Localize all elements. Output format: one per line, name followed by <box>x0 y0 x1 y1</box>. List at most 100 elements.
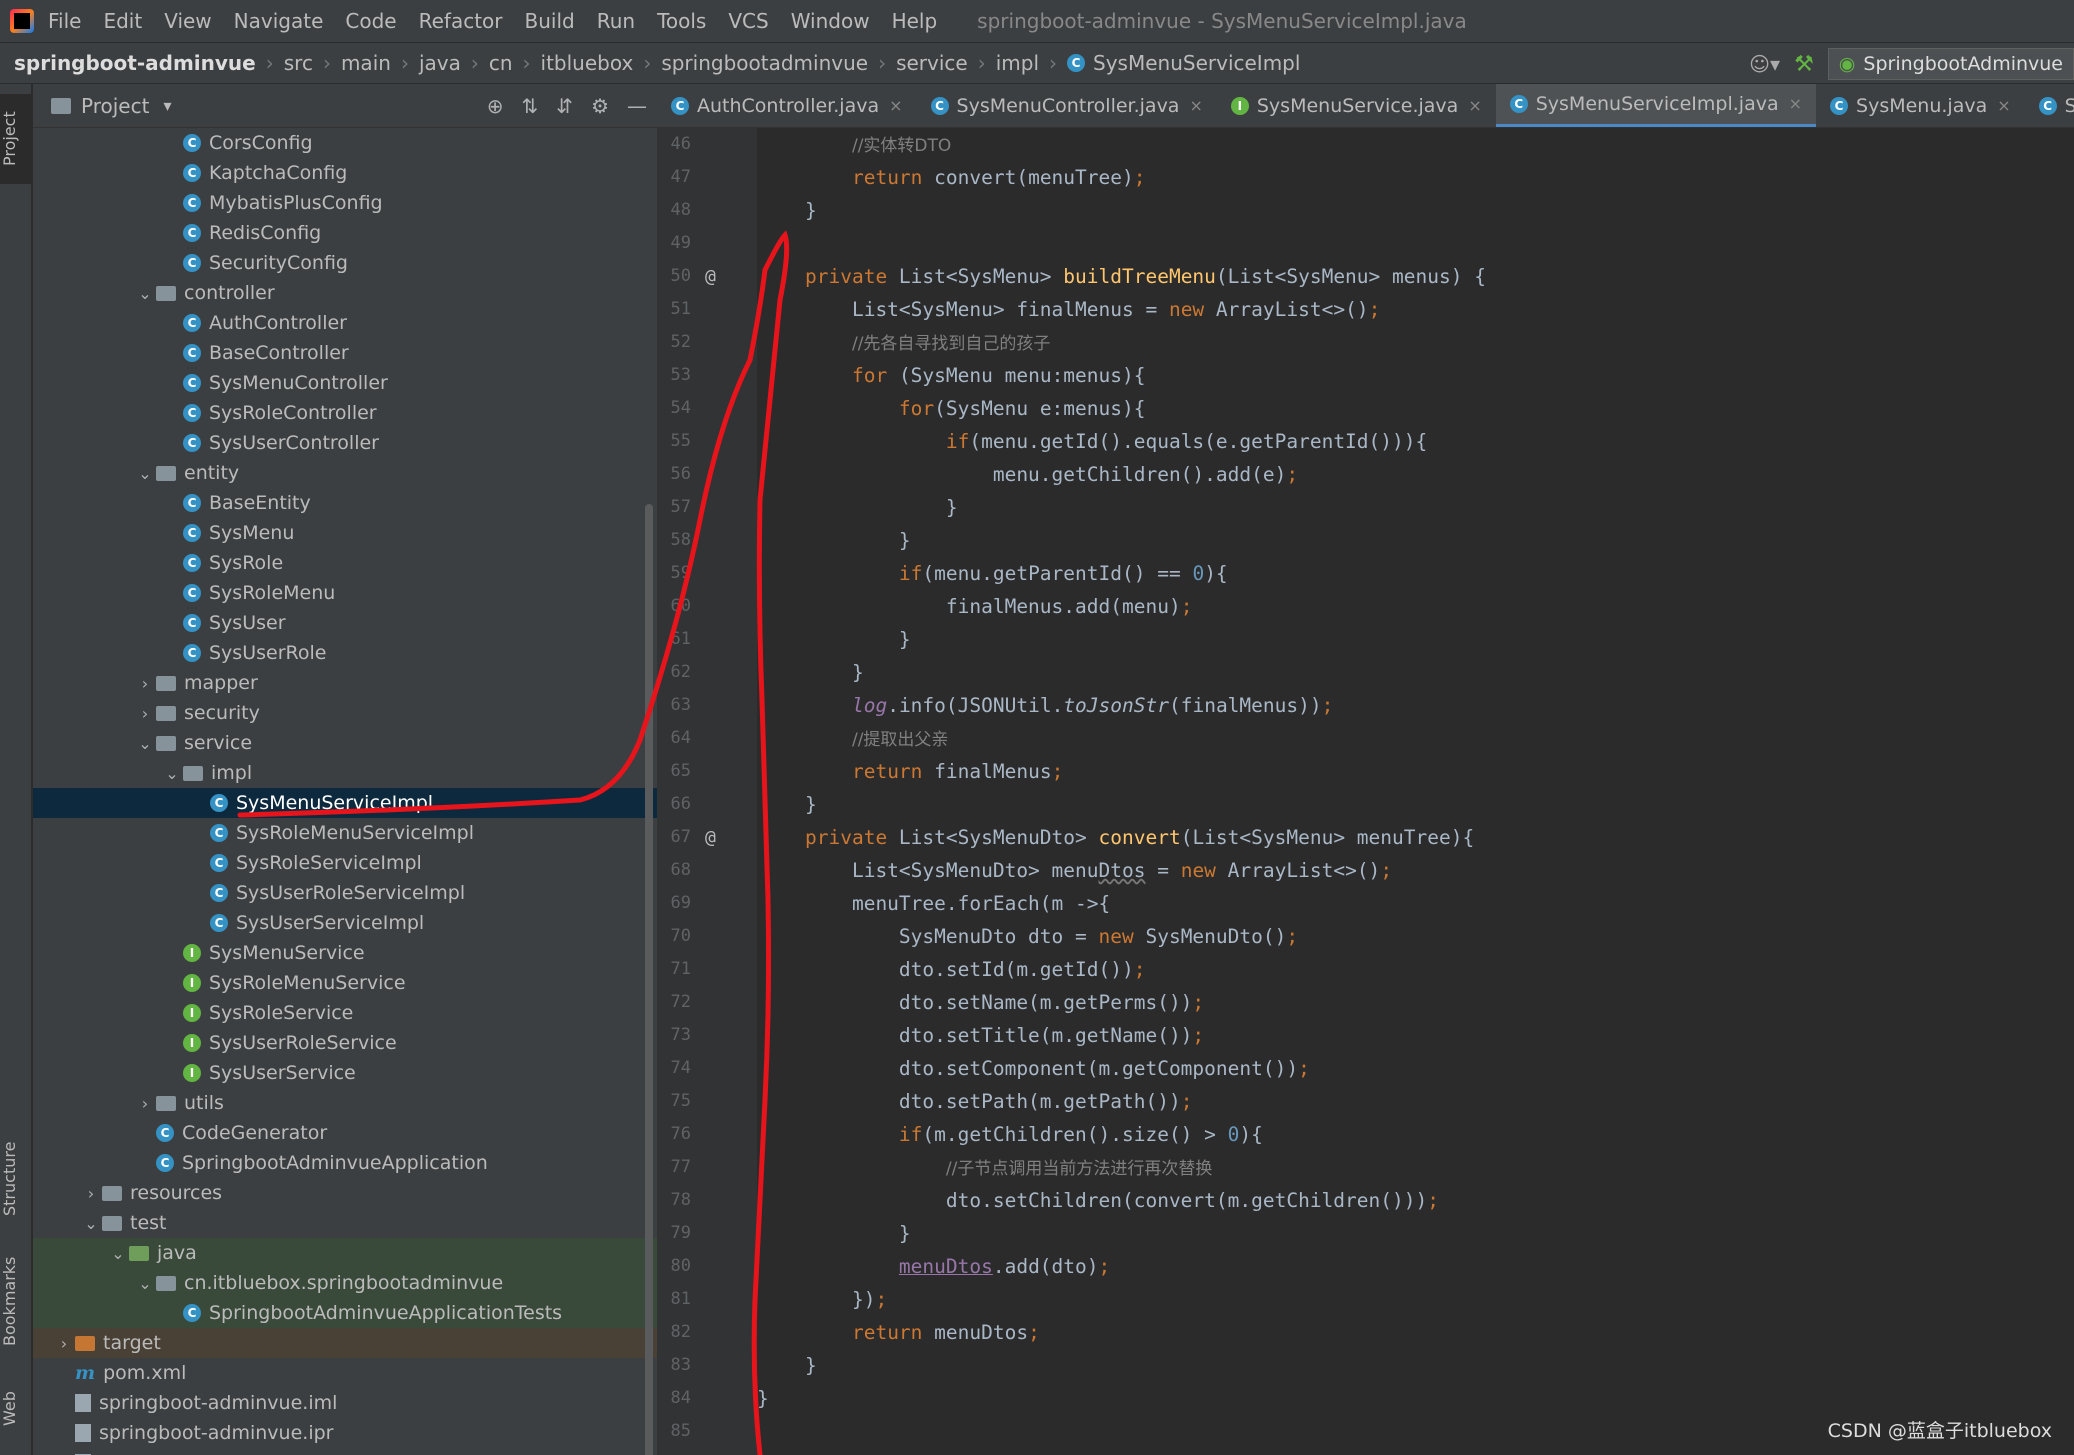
tree-item[interactable]: C SysMenu <box>33 518 657 548</box>
tree-item[interactable]: C SysMenuServiceImpl <box>33 788 657 818</box>
close-icon[interactable]: × <box>1468 96 1481 115</box>
chevron-down-icon[interactable]: ⌄ <box>134 284 156 303</box>
tree-item[interactable]: springboot-adminvue.iws <box>33 1448 657 1455</box>
tree-item[interactable]: I SysUserService <box>33 1058 657 1088</box>
override-marker-icon[interactable]: @ <box>705 821 716 854</box>
tree-item[interactable]: C MybatisPlusConfig <box>33 188 657 218</box>
menu-item-refactor[interactable]: Refactor <box>419 9 503 33</box>
chevron-down-icon[interactable]: ⌄ <box>134 464 156 483</box>
breadcrumb-item[interactable]: impl <box>996 51 1039 75</box>
gear-icon[interactable]: ⚙ <box>591 94 609 118</box>
editor-tab[interactable]: C SysMenu.java × <box>1816 84 2025 127</box>
tree-item[interactable]: › security <box>33 698 657 728</box>
tree-item[interactable]: › resources <box>33 1178 657 1208</box>
tree-item[interactable]: C CodeGenerator <box>33 1118 657 1148</box>
close-icon[interactable]: × <box>889 96 902 115</box>
breadcrumb-item[interactable]: springboot-adminvue <box>14 51 256 75</box>
tree-item[interactable]: C SysMenuController <box>33 368 657 398</box>
menu-item-build[interactable]: Build <box>525 9 575 33</box>
editor-tab[interactable]: C AuthController.java × <box>657 84 917 127</box>
tree-item[interactable]: › utils <box>33 1088 657 1118</box>
project-header-label[interactable]: Project <box>81 94 149 118</box>
override-marker-icon[interactable]: @ <box>705 260 716 293</box>
tree-item[interactable]: C SysUser <box>33 608 657 638</box>
tree-item[interactable]: C SysUserRoleServiceImpl <box>33 878 657 908</box>
tree-item[interactable]: ⌄ java <box>33 1238 657 1268</box>
tree-item[interactable]: C SysUserServiceImpl <box>33 908 657 938</box>
menu-item-edit[interactable]: Edit <box>103 9 142 33</box>
web-tool-tab[interactable]: Web <box>0 1379 32 1439</box>
tree-item[interactable]: ⌄ test <box>33 1208 657 1238</box>
bookmarks-tool-tab[interactable]: Bookmarks <box>0 1244 32 1359</box>
expand-all-icon[interactable]: ⇅ <box>522 94 539 118</box>
breadcrumb-item[interactable]: itbluebox <box>541 51 634 75</box>
menu-item-window[interactable]: Window <box>791 9 870 33</box>
tree-item[interactable]: C SecurityConfig <box>33 248 657 278</box>
editor-tab[interactable]: C SysMenuController.java × <box>917 84 1217 127</box>
tree-item[interactable]: ⌄ cn.itbluebox.springbootadminvue <box>33 1268 657 1298</box>
editor-tab[interactable]: C SysRoleServic <box>2025 84 2074 127</box>
tree-item[interactable]: C KaptchaConfig <box>33 158 657 188</box>
menu-item-code[interactable]: Code <box>345 9 396 33</box>
breadcrumb-item[interactable]: java <box>419 51 461 75</box>
tree-item[interactable]: C RedisConfig <box>33 218 657 248</box>
tree-item[interactable]: C AuthController <box>33 308 657 338</box>
tree-item[interactable]: ⌄ service <box>33 728 657 758</box>
tree-item[interactable]: I SysRoleService <box>33 998 657 1028</box>
chevron-down-icon[interactable]: ⌄ <box>80 1214 102 1233</box>
breadcrumb-item[interactable]: src <box>284 51 313 75</box>
tree-item[interactable]: C SysUserController <box>33 428 657 458</box>
collapse-all-icon[interactable]: ⇵ <box>556 94 573 118</box>
editor-tab[interactable]: I SysMenuService.java × <box>1217 84 1496 127</box>
chevron-down-icon[interactable]: ▾ <box>163 96 171 115</box>
tree-item[interactable]: C SysRoleController <box>33 398 657 428</box>
tree-item[interactable]: C SpringbootAdminvueApplication <box>33 1148 657 1178</box>
tree-item[interactable]: C SysRoleServiceImpl <box>33 848 657 878</box>
tree-item[interactable]: springboot-adminvue.ipr <box>33 1418 657 1448</box>
tree-item[interactable]: C BaseController <box>33 338 657 368</box>
tree-item[interactable]: I SysRoleMenuService <box>33 968 657 998</box>
chevron-down-icon[interactable]: ⌄ <box>134 1274 156 1293</box>
structure-tool-tab[interactable]: Structure <box>0 1124 32 1234</box>
chevron-down-icon[interactable]: ⌄ <box>161 764 183 783</box>
breadcrumb-item[interactable]: cn <box>489 51 513 75</box>
menu-item-run[interactable]: Run <box>597 9 635 33</box>
menu-item-navigate[interactable]: Navigate <box>234 9 324 33</box>
user-icon[interactable]: ☺▾ <box>1749 52 1780 76</box>
breadcrumb-item[interactable]: service <box>896 51 968 75</box>
chevron-right-icon[interactable]: › <box>80 1184 102 1203</box>
tree-item[interactable]: C SysRole <box>33 548 657 578</box>
tree-item[interactable]: C SysRoleMenuServiceImpl <box>33 818 657 848</box>
close-icon[interactable]: × <box>1789 94 1802 113</box>
tree-item[interactable]: C SpringbootAdminvueApplicationTests <box>33 1298 657 1328</box>
breadcrumb-item[interactable]: SysMenuServiceImpl <box>1093 51 1300 75</box>
hide-icon[interactable]: — <box>627 94 647 118</box>
code-editor[interactable]: 46 //实体转DTO 47 return convert(menuTree); 4… <box>657 128 2074 1455</box>
breadcrumb-item[interactable]: main <box>341 51 391 75</box>
build-hammer-icon[interactable]: ⚒ <box>1794 52 1814 77</box>
close-icon[interactable]: × <box>1997 96 2010 115</box>
tree-item[interactable]: m pom.xml <box>33 1358 657 1388</box>
project-scrollbar[interactable] <box>645 504 653 1455</box>
menu-item-tools[interactable]: Tools <box>657 9 706 33</box>
menu-item-vcs[interactable]: VCS <box>728 9 768 33</box>
tree-item[interactable]: ⌄ controller <box>33 278 657 308</box>
tree-item[interactable]: › mapper <box>33 668 657 698</box>
tree-item[interactable]: springboot-adminvue.iml <box>33 1388 657 1418</box>
chevron-down-icon[interactable]: ⌄ <box>134 734 156 753</box>
tree-item[interactable]: C SysUserRole <box>33 638 657 668</box>
chevron-right-icon[interactable]: › <box>134 1094 156 1113</box>
run-config-selector[interactable]: ◉ SpringbootAdminvue <box>1827 48 2074 80</box>
project-tool-tab[interactable]: Project <box>0 94 32 184</box>
chevron-down-icon[interactable]: ⌄ <box>107 1244 129 1263</box>
tree-item[interactable]: › target <box>33 1328 657 1358</box>
menu-item-view[interactable]: View <box>164 9 211 33</box>
tree-item[interactable]: ⌄ impl <box>33 758 657 788</box>
tree-item[interactable]: ⌄ entity <box>33 458 657 488</box>
close-icon[interactable]: × <box>1189 96 1202 115</box>
editor-tab[interactable]: C SysMenuServiceImpl.java × <box>1495 84 1817 127</box>
tree-item[interactable]: I SysUserRoleService <box>33 1028 657 1058</box>
locate-icon[interactable]: ⊕ <box>487 94 504 118</box>
tree-item[interactable]: I SysMenuService <box>33 938 657 968</box>
chevron-right-icon[interactable]: › <box>134 674 156 693</box>
